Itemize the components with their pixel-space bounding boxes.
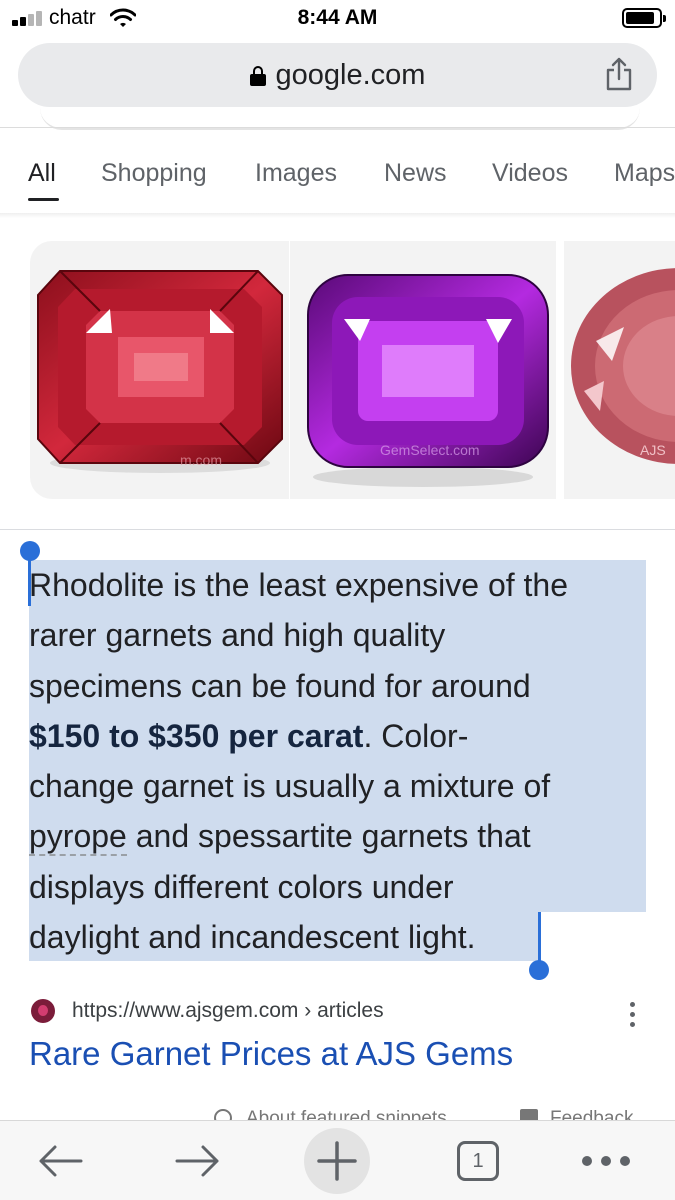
forward-button[interactable] [168,1121,228,1200]
tab-all[interactable]: All [28,159,56,188]
snippet-line: rarer garnets and high quality [29,617,446,654]
tab-switcher-button[interactable]: 1 [456,1121,500,1200]
garnet-image-red[interactable]: m.com [30,241,289,499]
tab-maps[interactable]: Maps [614,159,675,188]
new-tab-plus-icon [317,1141,357,1181]
status-time: 8:44 AM [297,6,378,29]
result-title-link[interactable]: Rare Garnet Prices at AJS Gems [29,1035,513,1073]
battery-icon [622,8,666,28]
snippet-line: displays different colors under [29,868,454,905]
snippet-line: specimens can be found for around [29,667,531,704]
address-bar[interactable]: google.com [18,43,657,107]
divider [0,127,675,128]
snippet-line: daylight and incandescent light. [29,919,476,956]
snippet-line: . Color- [363,717,469,754]
svg-text:GemSelect.com: GemSelect.com [380,442,480,458]
forward-arrow-icon [175,1145,219,1177]
svg-text:m.com: m.com [180,452,222,468]
source-breadcrumb: › articles [298,999,384,1022]
selection-end-caret [538,912,541,964]
selection-end-handle[interactable] [529,960,549,980]
tab-news[interactable]: News [384,159,447,188]
search-tabs: All Shopping Images News Videos Maps [0,159,675,199]
garnet-image-pink[interactable]: AJS [564,241,675,499]
snippet-line: change garnet is usually a mixture of [29,768,551,805]
divider [0,529,675,530]
more-menu-icon [582,1156,630,1166]
source-url[interactable]: https://www.ajsgem.com › articles [72,999,384,1023]
status-bar: chatr 8:44 AM [0,0,675,38]
tab-videos[interactable]: Videos [492,159,568,188]
tab-shopping[interactable]: Shopping [101,159,207,188]
featured-snippet-text[interactable]: Rhodolite is the least expensive of the … [29,560,649,962]
site-favicon-icon [31,999,55,1023]
svg-text:AJS: AJS [640,442,666,458]
share-icon[interactable] [605,57,633,91]
tab-images[interactable]: Images [255,159,337,188]
snippet-line: and spessartite garnets that [126,818,531,855]
pyrope-definition-link[interactable]: pyrope [29,818,127,857]
back-arrow-icon [39,1145,83,1177]
new-tab-button[interactable] [304,1121,370,1200]
tabs-shadow [0,213,675,218]
url-domain: google.com [275,58,426,91]
lock-icon [249,66,266,86]
tab-switcher-icon: 1 [457,1141,499,1181]
browser-toolbar: 1 [0,1120,675,1200]
snippet-line: Rhodolite is the least expensive of the [29,567,568,603]
more-options-icon[interactable] [629,1002,637,1028]
snippet-highlighted-price: $150 to $350 per carat [29,717,364,754]
garnet-image-purple[interactable]: GemSelect.com [290,241,556,499]
more-menu-button[interactable] [578,1121,634,1200]
active-tab-indicator [28,198,59,201]
source-domain: https://www.ajsgem.com [72,999,299,1022]
back-button[interactable] [30,1121,90,1200]
selection-start-caret [28,556,31,606]
image-carousel[interactable]: m.com GemSelect.com AJS [0,241,675,499]
